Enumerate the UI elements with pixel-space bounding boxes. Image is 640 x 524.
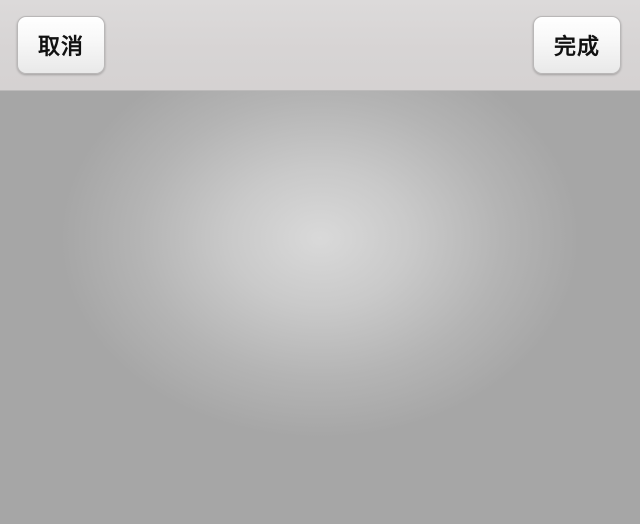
top-toolbar: 取消 完成 xyxy=(0,0,640,91)
done-button[interactable]: 完成 xyxy=(533,16,621,74)
screen: 取消 完成 xyxy=(0,0,640,524)
cancel-button[interactable]: 取消 xyxy=(17,16,105,74)
content-area[interactable] xyxy=(0,91,640,524)
